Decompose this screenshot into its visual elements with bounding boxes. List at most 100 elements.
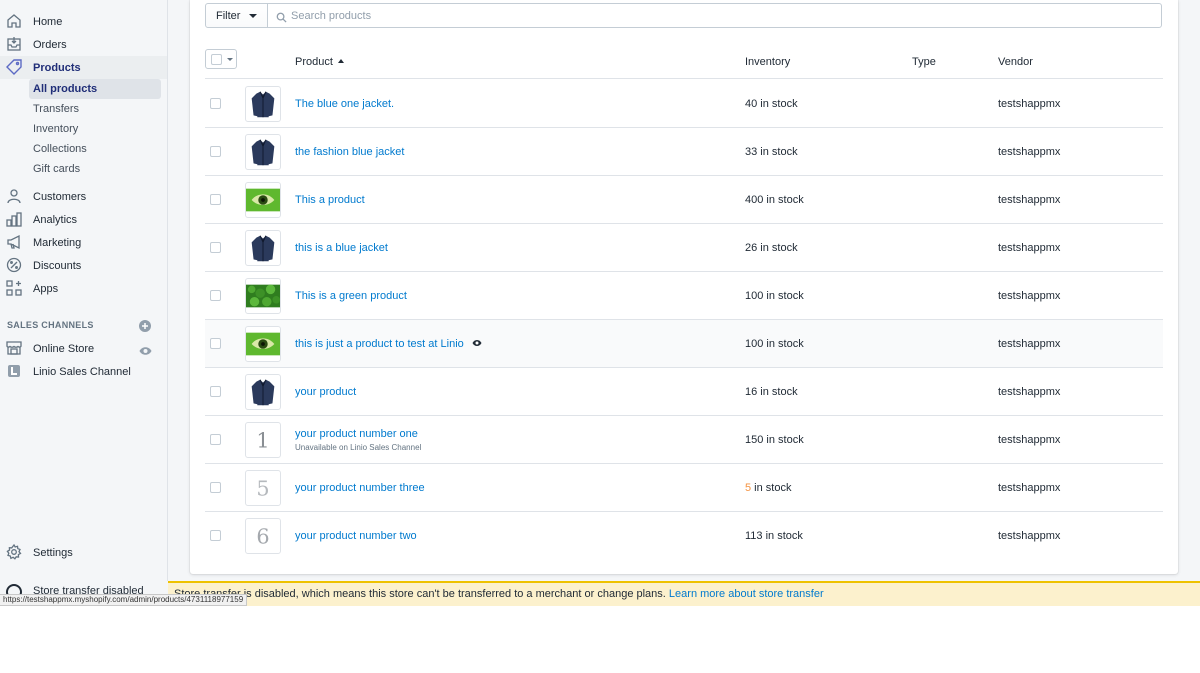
- product-name-link[interactable]: your product number two: [295, 530, 417, 542]
- product-thumbnail[interactable]: [245, 230, 281, 266]
- product-name-link[interactable]: This a product: [295, 194, 365, 206]
- row-checkbox[interactable]: [210, 386, 221, 397]
- inventory-cell: 400 in stock: [745, 194, 804, 206]
- svg-text:6: 6: [256, 525, 269, 549]
- table-row[interactable]: this is a blue jacket 26 in stock testsh…: [205, 224, 1163, 272]
- sidebar-subitem-transfers[interactable]: Transfers: [29, 99, 161, 119]
- add-sales-channel-icon[interactable]: [139, 319, 151, 332]
- apps-icon: [6, 280, 22, 296]
- product-name-link[interactable]: the fashion blue jacket: [295, 146, 404, 158]
- column-header-label: Product: [295, 56, 333, 68]
- handwritten-digit-image: 6: [256, 525, 269, 549]
- sidebar-item-customers[interactable]: Customers: [0, 185, 167, 208]
- product-cell: your product number one Unavailable on L…: [295, 416, 421, 464]
- table-row[interactable]: 1 your product number one Unavailable on…: [205, 416, 1163, 464]
- search-icon: [276, 10, 287, 23]
- row-checkbox[interactable]: [210, 290, 221, 301]
- product-name-text: this is just a product to test at Linio: [295, 338, 464, 350]
- row-checkbox[interactable]: [210, 146, 221, 157]
- jacket-image: [251, 235, 275, 262]
- preview-eye-icon[interactable]: [472, 338, 482, 346]
- product-thumbnail[interactable]: 6: [245, 518, 281, 554]
- sidebar-item-marketing[interactable]: Marketing: [0, 231, 167, 254]
- table-row[interactable]: 6 your product number two 113 in stock t…: [205, 512, 1163, 560]
- row-checkbox[interactable]: [210, 434, 221, 445]
- product-thumbnail[interactable]: [245, 86, 281, 122]
- inventory-cell: 40 in stock: [745, 98, 798, 110]
- table-row[interactable]: the fashion blue jacket 33 in stock test…: [205, 128, 1163, 176]
- search-input[interactable]: [291, 4, 1151, 27]
- select-all-checkbox[interactable]: [205, 49, 237, 69]
- row-checkbox[interactable]: [210, 242, 221, 253]
- product-name-link[interactable]: your product: [295, 386, 356, 398]
- sales-channels-heading: SALES CHANNELS: [7, 320, 94, 330]
- product-name-link[interactable]: your product number one: [295, 428, 421, 440]
- learn-more-link[interactable]: Learn more about store transfer: [669, 588, 824, 600]
- green-leaves-image: [246, 284, 280, 308]
- linio-icon: [6, 363, 22, 379]
- vendor-cell: testshappmx: [998, 386, 1061, 398]
- sidebar-subitem-collections[interactable]: Collections: [29, 139, 161, 159]
- banner-text: Store transfer is disabled, which means …: [174, 588, 666, 600]
- sidebar-subitem-inventory[interactable]: Inventory: [29, 119, 161, 139]
- vendor-cell: testshappmx: [998, 338, 1061, 350]
- sidebar-item-label: Home: [33, 15, 63, 28]
- row-checkbox[interactable]: [210, 194, 221, 205]
- product-cell: This is a green product: [295, 272, 407, 320]
- product-thumbnail[interactable]: [245, 182, 281, 218]
- product-name-link[interactable]: this is a blue jacket: [295, 242, 388, 254]
- product-name-link[interactable]: this is just a product to test at Linio: [295, 338, 482, 350]
- view-store-eye-icon[interactable]: [139, 343, 152, 355]
- sidebar-subitem-label: Collections: [33, 143, 87, 155]
- sidebar-subitem-all-products[interactable]: All products: [29, 79, 161, 99]
- table-row[interactable]: this is just a product to test at Linio …: [205, 320, 1163, 368]
- product-thumbnail[interactable]: [245, 278, 281, 314]
- handwritten-digit-image: 1: [256, 429, 269, 453]
- product-name-link[interactable]: your product number three: [295, 482, 425, 494]
- orders-icon: [6, 36, 22, 52]
- store-icon: [6, 340, 22, 356]
- product-thumbnail[interactable]: [245, 134, 281, 170]
- sidebar-item-home[interactable]: Home: [0, 10, 167, 33]
- row-checkbox[interactable]: [210, 530, 221, 541]
- column-header-product[interactable]: Product: [295, 56, 344, 68]
- sidebar-subitem-gift-cards[interactable]: Gift cards: [29, 159, 161, 179]
- sidebar-item-settings[interactable]: Settings: [0, 541, 167, 564]
- inventory-cell: 33 in stock: [745, 146, 798, 158]
- table-row[interactable]: This is a green product 100 in stock tes…: [205, 272, 1163, 320]
- tag-icon: [6, 59, 22, 75]
- product-thumbnail[interactable]: [245, 326, 281, 362]
- search-field[interactable]: [267, 3, 1162, 28]
- table-row[interactable]: 5 your product number three 5 in stock t…: [205, 464, 1163, 512]
- sidebar-item-products[interactable]: Products: [0, 56, 167, 79]
- product-name-link[interactable]: The blue one jacket.: [295, 98, 394, 110]
- sidebar-item-analytics[interactable]: Analytics: [0, 208, 167, 231]
- row-checkbox[interactable]: [210, 98, 221, 109]
- sidebar-item-apps[interactable]: Apps: [0, 277, 167, 300]
- sidebar-item-label: Online Store: [33, 342, 95, 355]
- row-checkbox[interactable]: [210, 482, 221, 493]
- table-row[interactable]: your product 16 in stock testshappmx: [205, 368, 1163, 416]
- inventory-cell: 26 in stock: [745, 242, 798, 254]
- sidebar-item-discounts[interactable]: Discounts: [0, 254, 167, 277]
- browser-status-url: https://testshappmx.myshopify.com/admin/…: [0, 594, 248, 606]
- product-thumbnail[interactable]: 5: [245, 470, 281, 506]
- vendor-cell: testshappmx: [998, 194, 1061, 206]
- row-checkbox[interactable]: [210, 338, 221, 349]
- column-header-inventory: Inventory: [745, 56, 791, 68]
- jacket-image: [251, 379, 275, 406]
- sidebar-item-linio-sales-channel[interactable]: Linio Sales Channel: [0, 360, 167, 383]
- sidebar-item-orders[interactable]: Orders: [0, 33, 167, 56]
- sidebar-subitem-label: Gift cards: [33, 163, 81, 175]
- table-row[interactable]: This a product 400 in stock testshappmx: [205, 176, 1163, 224]
- product-thumbnail[interactable]: [245, 374, 281, 410]
- table-row[interactable]: The blue one jacket. 40 in stock testsha…: [205, 80, 1163, 128]
- column-header-type: Type: [912, 56, 936, 68]
- filter-button[interactable]: Filter: [205, 3, 268, 28]
- product-name-link[interactable]: This is a green product: [295, 290, 407, 302]
- product-thumbnail[interactable]: 1: [245, 422, 281, 458]
- products-card: Filter Product Inventory Type Vendor: [190, 0, 1178, 574]
- sidebar-item-label: Analytics: [33, 213, 78, 226]
- sidebar-item-label: Settings: [33, 546, 73, 559]
- table-header: Product Inventory Type Vendor: [205, 44, 1163, 79]
